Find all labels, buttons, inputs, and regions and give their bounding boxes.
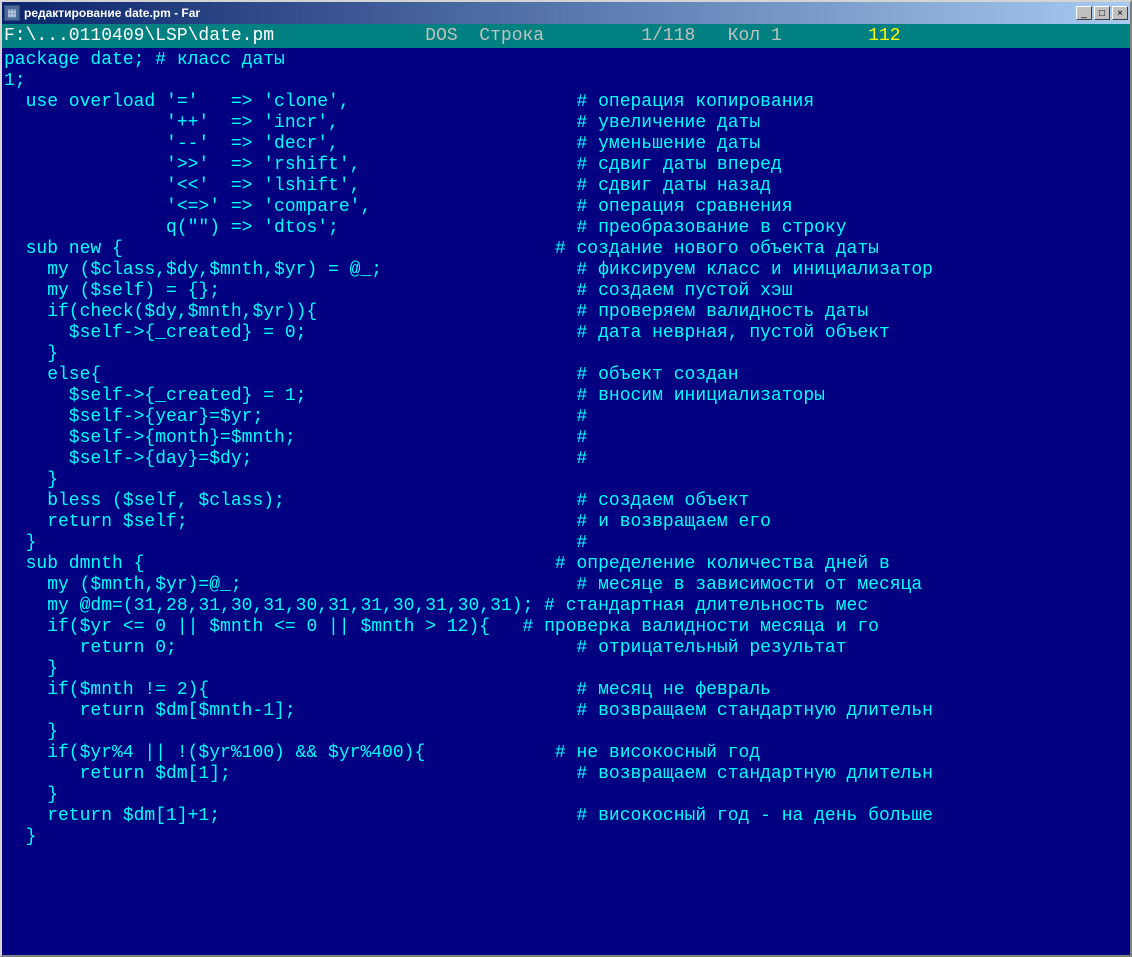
code-line[interactable]: } # xyxy=(4,533,1128,554)
maximize-button[interactable]: □ xyxy=(1094,6,1110,20)
code-line[interactable]: } xyxy=(4,344,1128,365)
code-line[interactable]: $self->{_created} = 0; # дата неврная, п… xyxy=(4,323,1128,344)
code-line[interactable]: } xyxy=(4,827,1128,848)
app-icon: ▦ xyxy=(4,5,20,21)
code-line[interactable]: package date; # класс даты xyxy=(4,50,1128,71)
code-line[interactable]: sub dmnth { # определение количества дне… xyxy=(4,554,1128,575)
code-line[interactable]: my ($mnth,$yr)=@_; # месяце в зависимост… xyxy=(4,575,1128,596)
close-button[interactable]: × xyxy=(1112,6,1128,20)
content-area: F:\...0110409\LSP\date.pm DOS Строка 1/1… xyxy=(2,24,1130,955)
code-line[interactable]: return $dm[1]+1; # високосный год - на д… xyxy=(4,806,1128,827)
code-editor[interactable]: package date; # класс даты1; use overloa… xyxy=(2,48,1130,955)
code-line[interactable]: my ($self) = {}; # создаем пустой хэш xyxy=(4,281,1128,302)
code-line[interactable]: q("") => 'dtos'; # преобразование в стро… xyxy=(4,218,1128,239)
code-line[interactable]: $self->{_created} = 1; # вносим инициали… xyxy=(4,386,1128,407)
code-line[interactable]: } xyxy=(4,470,1128,491)
line-position: 1/118 xyxy=(641,26,695,46)
code-line[interactable]: my @dm=(31,28,31,30,31,30,31,31,30,31,30… xyxy=(4,596,1128,617)
code-line[interactable]: $self->{year}=$yr; # xyxy=(4,407,1128,428)
editor-statusbar: F:\...0110409\LSP\date.pm DOS Строка 1/1… xyxy=(2,24,1130,48)
code-line[interactable]: } xyxy=(4,785,1128,806)
file-path: F:\...0110409\LSP\date.pm xyxy=(4,26,274,46)
code-line[interactable]: '<=>' => 'compare', # операция сравнения xyxy=(4,197,1128,218)
window-controls: _ □ × xyxy=(1076,6,1128,20)
code-line[interactable]: } xyxy=(4,659,1128,680)
code-line[interactable]: return $dm[$mnth-1]; # возвращаем станда… xyxy=(4,701,1128,722)
code-line[interactable]: bless ($self, $class); # создаем объект xyxy=(4,491,1128,512)
col-position: 1 xyxy=(771,26,782,46)
code-line[interactable]: if($mnth != 2){ # месяц не февраль xyxy=(4,680,1128,701)
code-line[interactable]: '>>' => 'rshift', # сдвиг даты вперед xyxy=(4,155,1128,176)
total-chars: 112 xyxy=(868,26,900,46)
minimize-button[interactable]: _ xyxy=(1076,6,1092,20)
line-label: Строка xyxy=(479,26,544,46)
code-line[interactable]: $self->{month}=$mnth; # xyxy=(4,428,1128,449)
code-line[interactable]: $self->{day}=$dy; # xyxy=(4,449,1128,470)
code-line[interactable]: '++' => 'incr', # увеличение даты xyxy=(4,113,1128,134)
code-line[interactable]: else{ # объект создан xyxy=(4,365,1128,386)
titlebar[interactable]: ▦ редактирование date.pm - Far _ □ × xyxy=(2,2,1130,24)
code-line[interactable]: my ($class,$dy,$mnth,$yr) = @_; # фиксир… xyxy=(4,260,1128,281)
code-line[interactable]: if($yr <= 0 || $mnth <= 0 || $mnth > 12)… xyxy=(4,617,1128,638)
encoding-label: DOS xyxy=(425,26,457,46)
code-line[interactable]: 1; xyxy=(4,71,1128,92)
code-line[interactable]: if($yr%4 || !($yr%100) && $yr%400){ # не… xyxy=(4,743,1128,764)
code-line[interactable]: return $dm[1]; # возвращаем стандартную … xyxy=(4,764,1128,785)
col-label: Кол xyxy=(728,26,760,46)
code-line[interactable]: '--' => 'decr', # уменьшение даты xyxy=(4,134,1128,155)
code-line[interactable]: use overload '=' => 'clone', # операция … xyxy=(4,92,1128,113)
code-line[interactable]: } xyxy=(4,722,1128,743)
code-line[interactable]: return $self; # и возвращаем его xyxy=(4,512,1128,533)
code-line[interactable]: '<<' => 'lshift', # сдвиг даты назад xyxy=(4,176,1128,197)
window-title: редактирование date.pm - Far xyxy=(24,6,1076,20)
code-line[interactable]: sub new { # создание нового объекта даты xyxy=(4,239,1128,260)
app-window: ▦ редактирование date.pm - Far _ □ × F:\… xyxy=(0,0,1132,957)
code-line[interactable]: return 0; # отрицательный результат xyxy=(4,638,1128,659)
code-line[interactable]: if(check($dy,$mnth,$yr)){ # проверяем ва… xyxy=(4,302,1128,323)
